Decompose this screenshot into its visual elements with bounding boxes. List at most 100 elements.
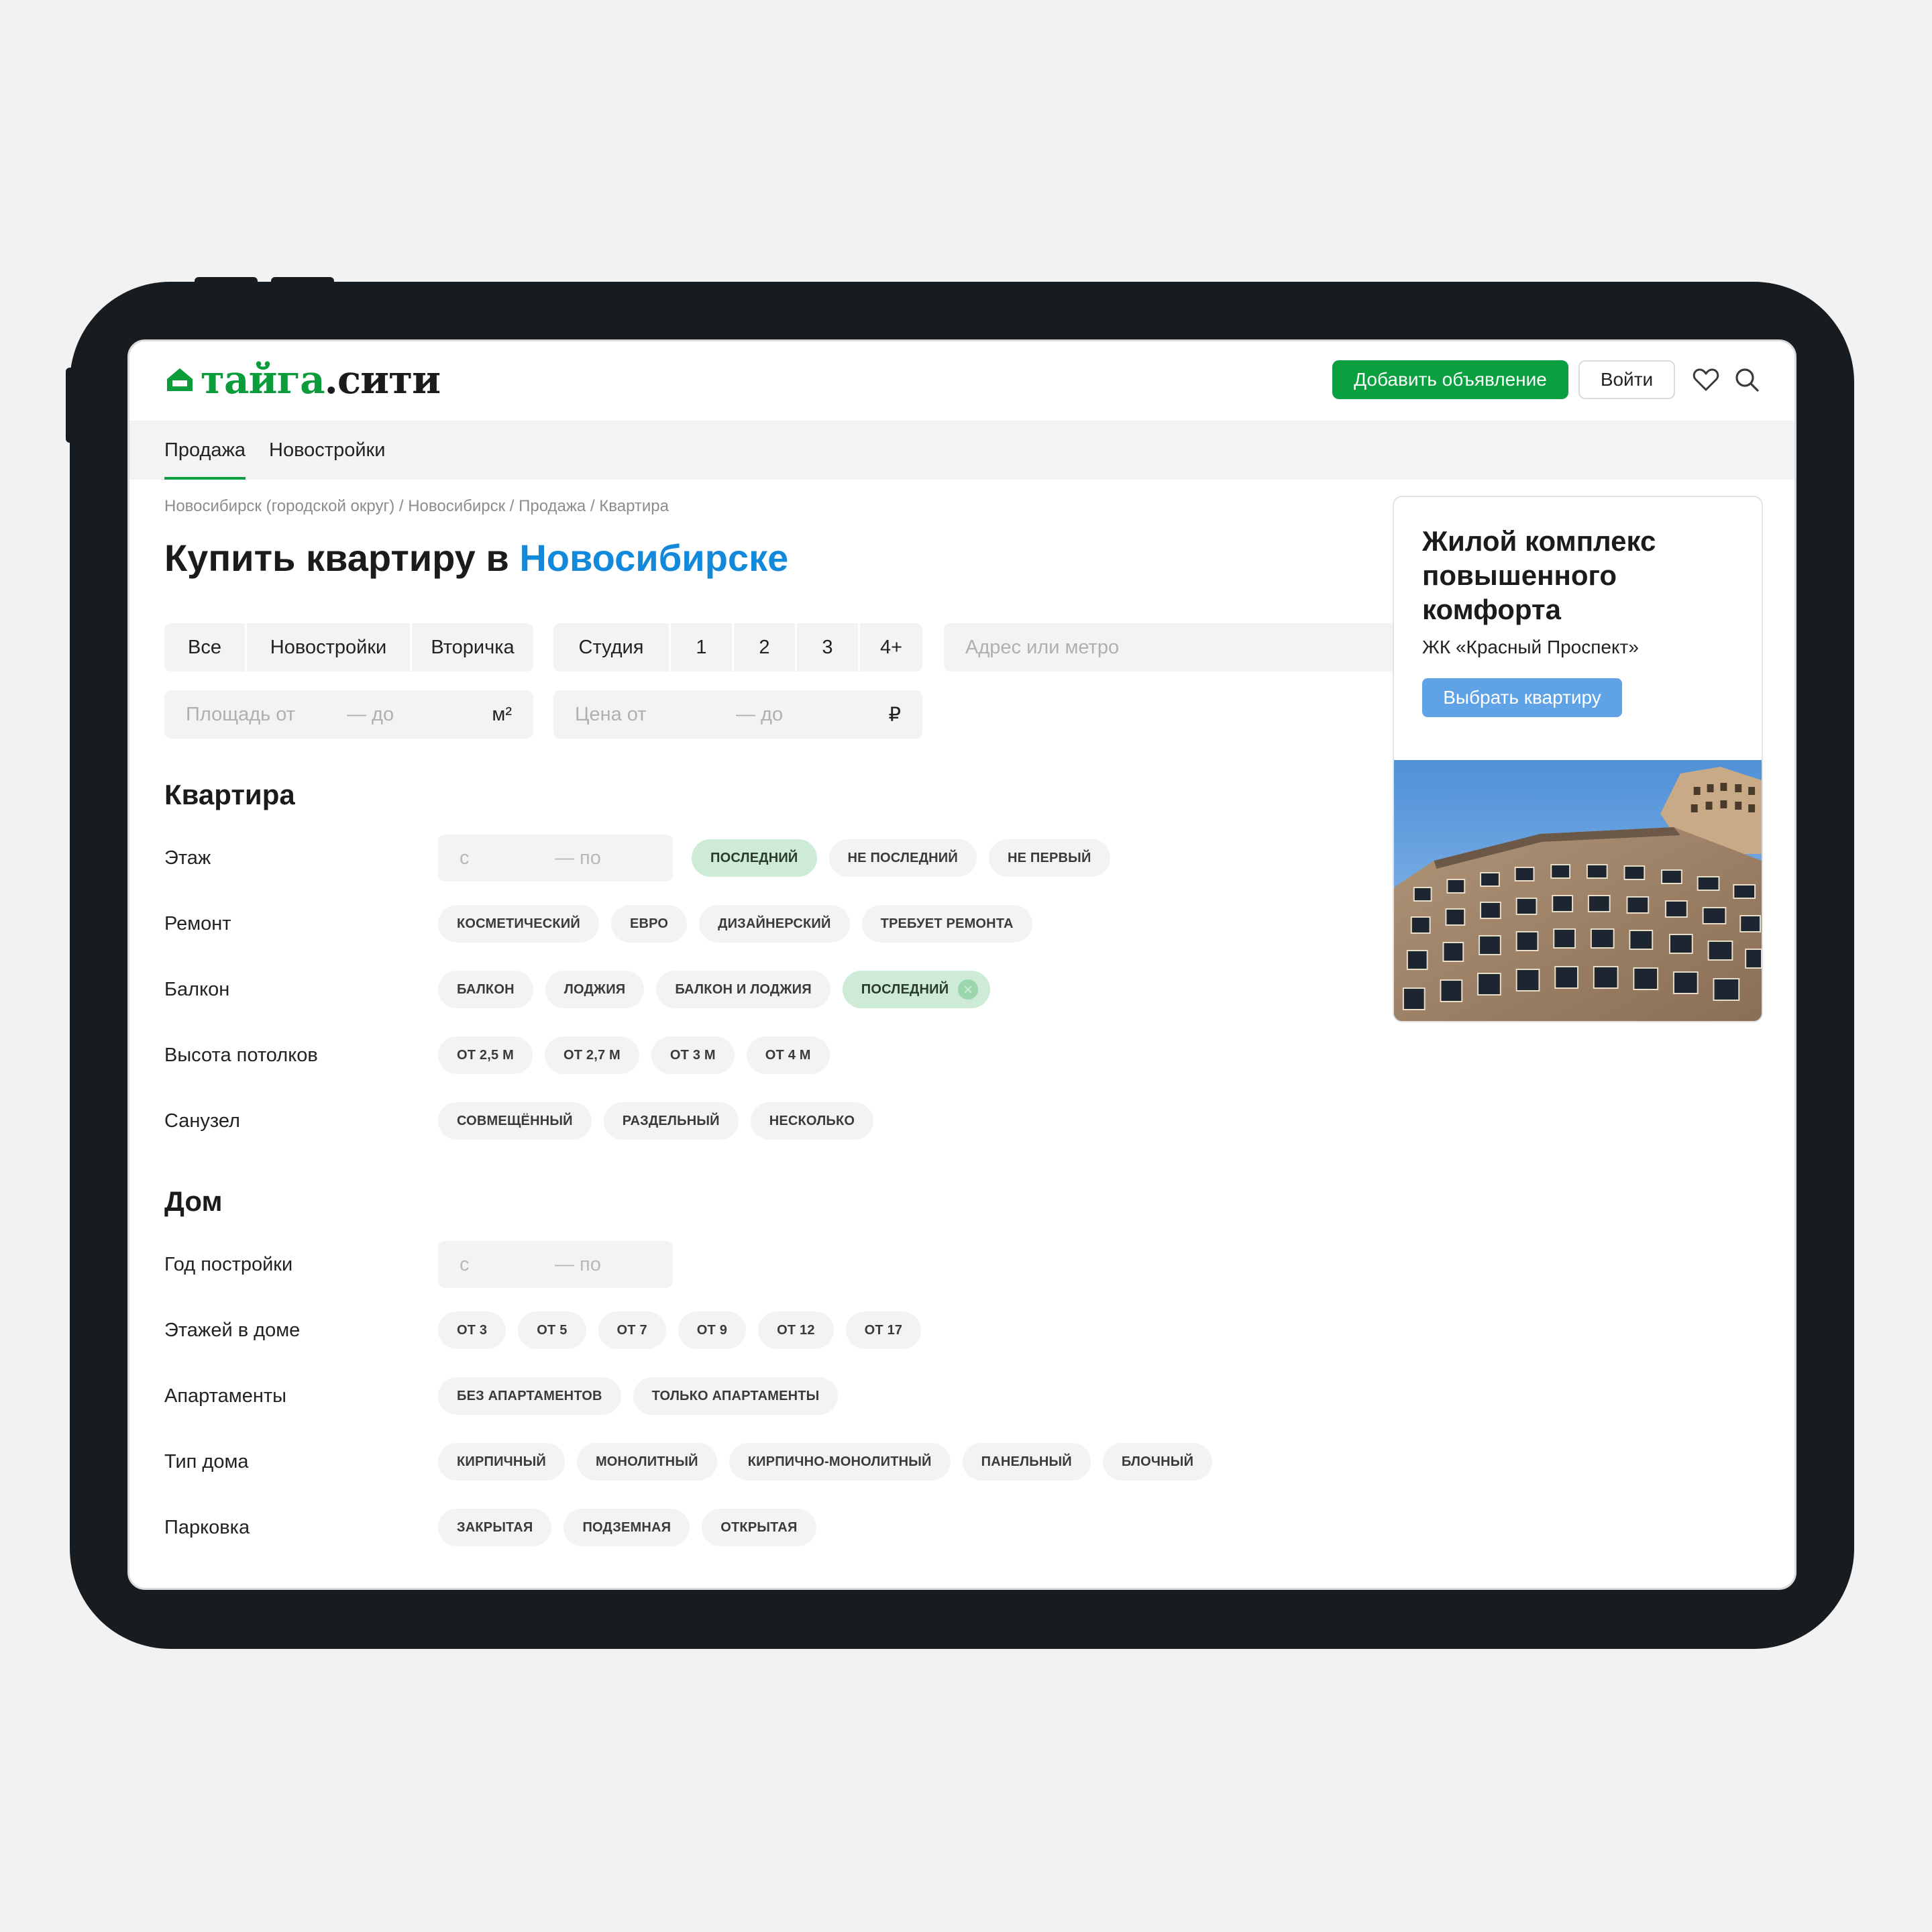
filter-label-floor: Этаж: [164, 847, 211, 869]
chip-floors-17[interactable]: ОТ 17: [845, 1311, 922, 1349]
floor-from-placeholder: с: [460, 847, 470, 869]
chip-type-brick[interactable]: КИРПИЧНЫЙ: [438, 1443, 565, 1481]
chip-floors-3[interactable]: ОТ 3: [438, 1311, 506, 1349]
rooms-4-plus[interactable]: 4+: [858, 623, 922, 672]
filter-label-parking: Парковка: [164, 1516, 250, 1538]
house-logo-icon: [167, 368, 193, 391]
price-range-field[interactable]: Цена от — до ₽: [553, 690, 922, 739]
chip-parking-underground[interactable]: ПОДЗЕМНАЯ: [564, 1509, 690, 1546]
site-logo[interactable]: тайга .сити: [164, 356, 441, 403]
tab-sale[interactable]: Продажа: [164, 421, 246, 480]
building-photo: [1394, 760, 1762, 1021]
breadcrumb[interactable]: Новосибирск (городской округ) / Новосиби…: [164, 497, 669, 516]
chip-parking-closed[interactable]: ЗАКРЫТАЯ: [438, 1509, 552, 1546]
filter-label-house-type: Тип дома: [164, 1450, 249, 1472]
floors-chips: ОТ 3 ОТ 5 ОТ 7 ОТ 9 ОТ 12 ОТ 17: [438, 1311, 922, 1349]
floor-chips: ПОСЛЕДНИЙ НЕ ПОСЛЕДНИЙ НЕ ПЕРВЫЙ: [692, 839, 1110, 877]
chip-only-apartments[interactable]: ТОЛЬКО АПАРТАМЕНТЫ: [633, 1377, 839, 1415]
floor-range-input[interactable]: с — по: [438, 835, 673, 881]
chip-balcony-and-loggia[interactable]: БАЛКОН И ЛОДЖИЯ: [656, 971, 830, 1008]
chip-type-panel[interactable]: ПАНЕЛЬНЫЙ: [962, 1443, 1091, 1481]
login-button[interactable]: Войти: [1578, 360, 1675, 399]
year-range-input[interactable]: с — по: [438, 1241, 673, 1288]
price-to-placeholder: — до: [736, 703, 784, 725]
chip-balcony[interactable]: БАЛКОН: [438, 971, 533, 1008]
chip-floor-not-first[interactable]: НЕ ПЕРВЫЙ: [988, 839, 1110, 877]
balcony-chips: БАЛКОН ЛОДЖИЯ БАЛКОН И ЛОДЖИЯ ПОСЛЕДНИЙ: [438, 971, 991, 1008]
filter-label-floors: Этажей в доме: [164, 1319, 301, 1341]
chip-ceiling-4[interactable]: ОТ 4 М: [746, 1036, 830, 1074]
chip-type-block[interactable]: БЛОЧНЫЙ: [1102, 1443, 1213, 1481]
tab-new-buildings[interactable]: Новостройки: [269, 421, 385, 480]
chip-type-brick-monolith[interactable]: КИРПИЧНО-МОНОЛИТНЫЙ: [729, 1443, 951, 1481]
section-title-apartment: Квартира: [164, 779, 295, 810]
bathroom-chips: СОВМЕЩЁННЫЙ РАЗДЕЛЬНЫЙ НЕСКОЛЬКО: [438, 1102, 874, 1140]
year-from-placeholder: с: [460, 1253, 470, 1275]
chip-floor-not-last[interactable]: НЕ ПОСЛЕДНИЙ: [828, 839, 977, 877]
price-unit: ₽: [888, 704, 901, 726]
heart-icon[interactable]: [1693, 367, 1719, 392]
chip-ceiling-2-7[interactable]: ОТ 2,7 М: [544, 1036, 639, 1074]
repair-chips: КОСМЕТИЧЕСКИЙ ЕВРО ДИЗАЙНЕРСКИЙ ТРЕБУЕТ …: [438, 905, 1032, 943]
add-listing-button[interactable]: Добавить объявление: [1332, 360, 1568, 399]
chip-floors-12[interactable]: ОТ 12: [758, 1311, 834, 1349]
chip-no-apartments[interactable]: БЕЗ АПАРТАМЕНТОВ: [438, 1377, 621, 1415]
house-type-chips: КИРПИЧНЫЙ МОНОЛИТНЫЙ КИРПИЧНО-МОНОЛИТНЫЙ…: [438, 1443, 1213, 1481]
chip-type-monolith[interactable]: МОНОЛИТНЫЙ: [576, 1443, 717, 1481]
chip-repair-designer[interactable]: ДИЗАЙНЕРСКИЙ: [699, 905, 850, 943]
page-title: Купить квартиру в Новосибирске: [164, 536, 788, 580]
filter-label-balcony: Балкон: [164, 978, 230, 1000]
rooms-3[interactable]: 3: [795, 623, 858, 672]
chip-floors-7[interactable]: ОТ 7: [598, 1311, 666, 1349]
filter-label-ceiling: Высота потолков: [164, 1044, 318, 1066]
logo-text-primary: тайга: [201, 357, 325, 402]
apartments-chips: БЕЗ АПАРТАМЕНТОВ ТОЛЬКО АПАРТАМЕНТЫ: [438, 1377, 839, 1415]
choose-apartment-button[interactable]: Выбрать квартиру: [1422, 678, 1622, 717]
chip-floors-9[interactable]: ОТ 9: [678, 1311, 747, 1349]
area-range-field[interactable]: Площадь от — до м²: [164, 690, 533, 739]
chip-balcony-last-selected[interactable]: ПОСЛЕДНИЙ: [842, 971, 991, 1008]
chip-ceiling-3[interactable]: ОТ 3 М: [651, 1036, 735, 1074]
chip-repair-needs[interactable]: ТРЕБУЕТ РЕМОНТА: [861, 905, 1032, 943]
parking-chips: ЗАКРЫТАЯ ПОДЗЕМНАЯ ОТКРЫТАЯ: [438, 1509, 816, 1546]
market-type-segment: Все Новостройки Вторичка: [164, 623, 533, 672]
chip-loggia[interactable]: ЛОДЖИЯ: [545, 971, 645, 1008]
filter-label-bathroom: Санузел: [164, 1110, 240, 1132]
segment-new-buildings[interactable]: Новостройки: [245, 623, 410, 672]
price-from-placeholder: Цена от: [575, 703, 647, 725]
rooms-2[interactable]: 2: [732, 623, 795, 672]
tablet-power-button: [66, 368, 79, 443]
chip-bathroom-separate[interactable]: РАЗДЕЛЬНЫЙ: [603, 1102, 739, 1140]
rooms-segment: Студия 1 2 3 4+: [553, 623, 922, 672]
rooms-1[interactable]: 1: [669, 623, 732, 672]
filter-label-year: Год постройки: [164, 1253, 293, 1275]
section-title-house: Дом: [164, 1185, 223, 1217]
chip-bathroom-several[interactable]: НЕСКОЛЬКО: [750, 1102, 874, 1140]
page-title-text: Купить квартиру в: [164, 537, 520, 579]
filter-label-repair: Ремонт: [164, 912, 231, 934]
clear-chip-icon[interactable]: [958, 979, 979, 1000]
area-unit: м²: [492, 703, 512, 725]
ad-title: Жилой комплекс повышенного комфорта: [1422, 525, 1656, 625]
site-header: тайга .сити Добавить объявление Войти: [129, 341, 1794, 421]
chip-floor-last[interactable]: ПОСЛЕДНИЙ: [692, 839, 817, 877]
tablet-volume-button: [195, 277, 258, 290]
chip-repair-euro[interactable]: ЕВРО: [610, 905, 688, 943]
chip-ceiling-2-5[interactable]: ОТ 2,5 М: [438, 1036, 533, 1074]
chip-floors-5[interactable]: ОТ 5: [518, 1311, 586, 1349]
chip-label: ПОСЛЕДНИЙ: [861, 981, 949, 997]
ad-subtitle: ЖК «Красный Проспект»: [1422, 637, 1639, 657]
segment-secondary[interactable]: Вторичка: [410, 623, 533, 672]
segment-all[interactable]: Все: [164, 623, 245, 672]
chip-parking-open[interactable]: ОТКРЫТАЯ: [702, 1509, 816, 1546]
rooms-studio[interactable]: Студия: [553, 623, 669, 672]
chip-repair-cosmetic[interactable]: КОСМЕТИЧЕСКИЙ: [438, 905, 599, 943]
logo-text-secondary: .сити: [324, 357, 441, 402]
chip-bathroom-combined[interactable]: СОВМЕЩЁННЫЙ: [438, 1102, 592, 1140]
browser-screen: тайга .сити Добавить объявление Войти Про…: [127, 339, 1796, 1590]
year-to-placeholder: — по: [555, 1253, 601, 1275]
section-nav: Продажа Новостройки: [129, 421, 1794, 480]
city-selector-link[interactable]: Новосибирске: [519, 537, 788, 579]
ad-banner[interactable]: Жилой комплекс повышенного комфорта ЖК «…: [1393, 496, 1763, 1022]
search-icon[interactable]: [1734, 367, 1760, 392]
